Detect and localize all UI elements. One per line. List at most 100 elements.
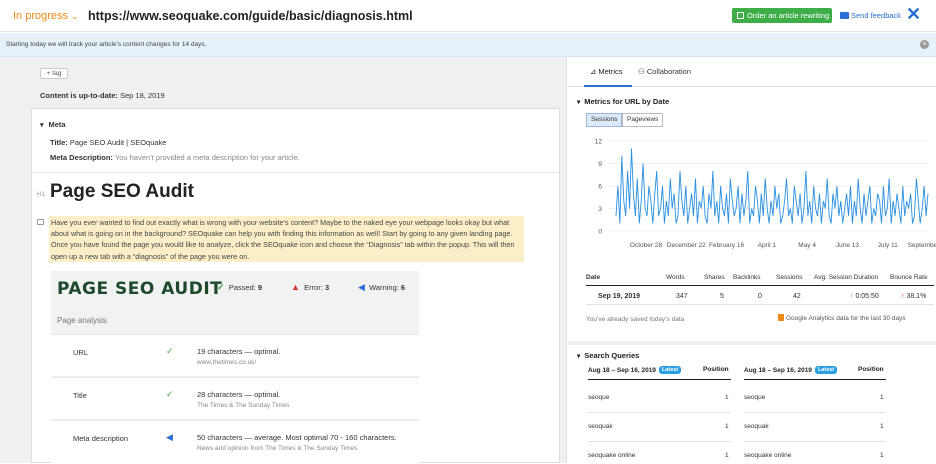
queries-heading: Search Queries (584, 351, 640, 360)
row-label: Meta description (73, 434, 129, 443)
active-tab-indicator (584, 85, 632, 87)
analysis-row: Meta description ◀ 50 characters — avera… (51, 420, 419, 464)
col-header-sessions: Sessions (776, 274, 803, 281)
top-bar: In progress ⌄ https://www.seoquake.com/gu… (0, 0, 936, 32)
row-rule (588, 441, 731, 442)
x-tick-label: October 28 (630, 242, 663, 249)
cell-duration: ↑ 0:05:50 (850, 293, 879, 300)
row-rule (586, 304, 934, 305)
query-text: seoque (588, 394, 610, 401)
people-icon: ⚇ (638, 67, 645, 76)
query-range-text: Aug 18 – Sep 16, 2019 (744, 367, 812, 374)
meta-toggle[interactable]: ▾ Meta (40, 120, 66, 129)
uptodate-date: Sep 18, 2019 (120, 91, 165, 100)
section-separator (568, 341, 936, 345)
order-button-label: Order an article rewriting (747, 11, 830, 20)
table-header-rule (588, 379, 731, 380)
passed-count: 9 (257, 283, 263, 292)
query-position: 1 (725, 394, 729, 401)
x-tick-label: June 13 (836, 242, 860, 249)
cell-shares: 5 (720, 293, 724, 300)
sessions-chart: 0 3 6 9 12 October 28 December 22 February 16 Ap… (595, 139, 936, 250)
x-tick-label: May 4 (798, 242, 816, 249)
table-header-rule (586, 285, 934, 286)
x-tick-label: July 11 (878, 242, 898, 249)
close-icon[interactable]: ✕ (906, 4, 921, 24)
row-text: 50 characters — average. Most optimal 70… (197, 433, 397, 442)
feedback-label: Send feedback (851, 11, 902, 20)
order-rewriting-button[interactable]: Order an article rewriting (732, 8, 832, 23)
query-text: seoquake online (588, 452, 636, 459)
row-sub: The Times & The Sunday Times (197, 402, 290, 409)
row-sub: www.thetimes.co.uk/ (197, 359, 257, 366)
analysis-row: URL ✓ 19 characters — optimal. www.theti… (51, 334, 419, 376)
error-count: 3 (324, 283, 330, 292)
tab-collaboration[interactable]: ⚇ Collaboration (638, 67, 691, 76)
chart-icon: ⊿ (590, 67, 597, 76)
page-url: https://www.seoquake.com/guide/basic/dia… (88, 9, 413, 23)
x-tick-label: April 1 (758, 242, 777, 249)
page-analysis-label: Page analysis (57, 316, 107, 325)
error-label: Error: (304, 283, 323, 292)
table-header-rule (744, 379, 886, 380)
error-badge: ▲ Error: 3 (291, 282, 329, 292)
article-heading[interactable]: Page SEO Audit (50, 181, 194, 203)
col-header-date: Date (586, 274, 600, 281)
tab-metrics[interactable]: ⊿ Metrics (590, 67, 623, 76)
col-header-backlinks: Backlinks (733, 274, 761, 281)
cell-backlinks: 0 (758, 293, 762, 300)
warning-triangle-icon: ▲ (291, 282, 300, 292)
metrics-heading: Metrics for URL by Date (584, 97, 670, 106)
bounce-value: 38.1% (906, 293, 927, 300)
banner-close-icon[interactable]: × (920, 40, 929, 49)
query-position: 1 (880, 394, 884, 401)
y-tick-label: 6 (598, 184, 602, 191)
divider (32, 172, 559, 173)
x-tick-label: December 22 (667, 242, 706, 249)
sessions-toggle[interactable]: Sessions (586, 113, 623, 127)
x-tick-label: February 16 (709, 242, 744, 249)
send-feedback-link[interactable]: Send feedback (840, 11, 901, 20)
cell-words: 347 (676, 293, 688, 300)
comment-icon[interactable] (37, 219, 44, 225)
row-label: Title (73, 391, 87, 400)
query-position: 1 (725, 423, 729, 430)
y-tick-label: 9 (598, 161, 602, 168)
embedded-screenshot: PAGE SEO AUDIT ✓ Passed: 9 ▲ Error: 3 ◀ … (51, 271, 419, 464)
megaphone-icon: ◀ (358, 282, 365, 292)
check-icon: ✓ (166, 389, 174, 399)
sidebar-panel: ⊿ Metrics ⚇ Collaboration ▾ Metrics for U… (568, 57, 936, 463)
add-tag-button[interactable]: + tag (40, 68, 68, 79)
latest-badge: Latest (814, 366, 838, 374)
y-tick-label: 3 (598, 206, 602, 213)
article-paragraph[interactable]: Have you ever wanted to find out exactly… (51, 217, 523, 262)
metrics-section-toggle[interactable]: ▾ Metrics for URL by Date (577, 97, 669, 106)
query-position: 1 (880, 423, 884, 430)
analytics-icon (778, 314, 784, 321)
status-dropdown[interactable]: In progress ⌄ (13, 10, 79, 22)
megaphone-icon: ◀ (166, 432, 173, 442)
pageviews-toggle[interactable]: Pageviews (622, 113, 664, 127)
queries-section-toggle[interactable]: ▾ Search Queries (577, 351, 639, 360)
query-position-header: Position (703, 366, 729, 373)
header-text: Date (586, 274, 601, 281)
col-header-duration: Avg. Session Duration (814, 274, 879, 281)
uptodate-label: Content is up-to-date: (40, 91, 118, 100)
cell-date: Sep 19, 2019 (598, 293, 641, 300)
meta-description: Meta Description: You haven’t provided a… (50, 153, 300, 162)
screenshot-title: PAGE SEO AUDIT (57, 279, 223, 299)
warning-count: 6 (400, 283, 406, 292)
cell-sessions: 42 (793, 293, 801, 300)
ga-note-text: Google Analytics data for the last 30 da… (786, 315, 906, 322)
y-tick-label: 12 (595, 139, 603, 146)
col-header-bounce: Bounce Rate (890, 274, 928, 281)
analysis-row: Title ✓ 28 characters — optimal. The Tim… (51, 377, 419, 419)
chat-icon (840, 12, 849, 19)
h1-tag: H1 (37, 191, 46, 198)
query-position: 1 (725, 452, 729, 459)
panel-tabs: ⊿ Metrics ⚇ Collaboration (568, 57, 936, 87)
triangle-down-icon: ▾ (577, 99, 581, 106)
y-tick-label: 0 (598, 229, 602, 236)
col-header-words: Words (666, 274, 685, 281)
check-icon: ✓ (217, 282, 225, 292)
